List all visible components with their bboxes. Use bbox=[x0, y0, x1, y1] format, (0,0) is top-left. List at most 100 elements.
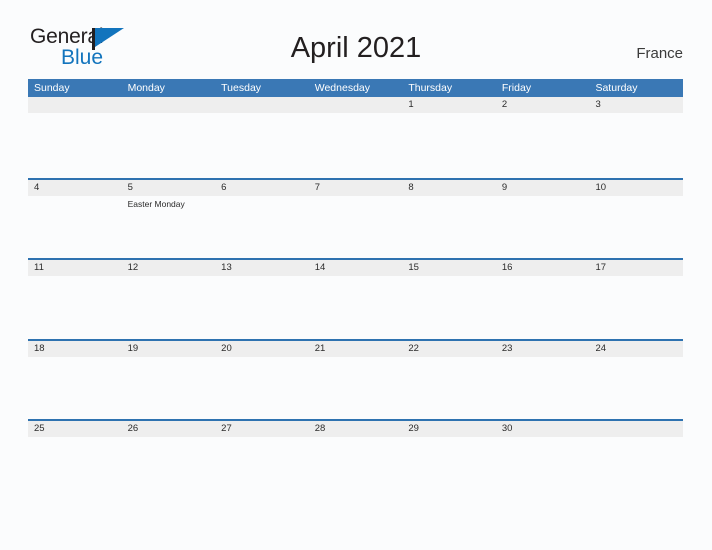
day-number: 2 bbox=[501, 99, 508, 110]
day-events-cell bbox=[309, 276, 403, 278]
day-events-cell bbox=[122, 113, 216, 115]
day-cell[interactable]: 5 bbox=[122, 180, 216, 196]
week-date-band: 4 5 6 7 8 9 10 bbox=[28, 179, 683, 196]
day-cell[interactable]: 17 bbox=[589, 260, 683, 276]
day-cell[interactable]: 10 bbox=[589, 180, 683, 196]
day-cell[interactable]: 21 bbox=[309, 341, 403, 357]
day-events-cell bbox=[215, 196, 309, 210]
day-number: 18 bbox=[34, 342, 45, 354]
day-cell[interactable]: 30 bbox=[496, 421, 590, 437]
page-header: General Blue April 2021 France bbox=[0, 0, 712, 72]
day-number: 28 bbox=[314, 423, 326, 434]
day-cell[interactable]: 2 bbox=[496, 97, 590, 113]
day-events-cell bbox=[28, 113, 122, 115]
day-cell[interactable]: 26 bbox=[122, 421, 216, 437]
day-cell[interactable]: 3 bbox=[589, 97, 683, 113]
day-number: 24 bbox=[595, 342, 607, 354]
weekday-header-saturday: Saturday bbox=[595, 82, 638, 94]
day-number: 23 bbox=[501, 342, 513, 354]
day-number: 30 bbox=[501, 423, 513, 434]
day-number: 25 bbox=[34, 423, 45, 434]
day-events-cell bbox=[589, 357, 683, 359]
day-cell[interactable]: 13 bbox=[215, 260, 309, 276]
day-events-cell bbox=[589, 196, 683, 210]
day-cell[interactable]: 19 bbox=[122, 341, 216, 357]
day-cell[interactable]: 16 bbox=[496, 260, 590, 276]
day-events-cell bbox=[215, 276, 309, 278]
weekday-header-friday: Friday bbox=[501, 82, 532, 94]
calendar-week-row: 25 26 27 28 29 30 bbox=[28, 419, 683, 500]
day-events-cell bbox=[496, 113, 590, 115]
day-events-cell bbox=[215, 437, 309, 439]
week-date-band: 11 12 13 14 15 16 17 bbox=[28, 260, 683, 276]
day-number: 9 bbox=[501, 181, 508, 193]
day-cell-empty bbox=[589, 421, 683, 437]
day-number: 4 bbox=[34, 181, 40, 193]
day-cell-empty bbox=[309, 97, 403, 113]
day-cell[interactable]: 7 bbox=[309, 180, 403, 196]
day-cell[interactable]: 29 bbox=[402, 421, 496, 437]
calendar-grid: Sunday Monday Tuesday Wednesday Thursday… bbox=[28, 79, 683, 500]
day-number: 21 bbox=[314, 342, 326, 354]
calendar-week-row: 4 5 6 7 8 9 10 Easter Monday bbox=[28, 177, 683, 259]
day-number: 8 bbox=[408, 181, 414, 193]
day-events-cell bbox=[402, 196, 496, 210]
day-events-cell bbox=[28, 276, 122, 278]
day-cell-empty bbox=[28, 97, 122, 113]
day-events-cell bbox=[309, 196, 403, 210]
day-events-cell bbox=[402, 437, 496, 439]
day-cell[interactable]: 27 bbox=[215, 421, 309, 437]
week-events-row bbox=[28, 113, 683, 115]
day-cell[interactable]: 22 bbox=[402, 341, 496, 357]
day-number: 22 bbox=[408, 342, 419, 354]
day-number: 10 bbox=[595, 181, 607, 193]
day-cell[interactable]: 11 bbox=[28, 260, 122, 276]
day-cell[interactable]: 18 bbox=[28, 341, 122, 357]
day-events-cell bbox=[122, 276, 216, 278]
day-number: 5 bbox=[127, 181, 133, 193]
day-events-cell bbox=[496, 357, 590, 359]
day-cell[interactable]: 15 bbox=[402, 260, 496, 276]
day-number: 12 bbox=[127, 262, 139, 273]
day-cell[interactable]: 9 bbox=[496, 180, 590, 196]
weekday-header-row: Sunday Monday Tuesday Wednesday Thursday… bbox=[28, 79, 683, 97]
day-cell-empty bbox=[122, 97, 216, 113]
day-number: 17 bbox=[595, 262, 607, 273]
day-events-cell bbox=[589, 276, 683, 278]
calendar-weeks: 1 2 3 4 5 6 7 8 9 10 Easter Monday 11 12 13 14 15 16 17 18… bbox=[28, 97, 683, 500]
calendar-week-row: 18 19 20 21 22 23 24 bbox=[28, 338, 683, 420]
day-number: 11 bbox=[34, 262, 44, 273]
day-cell[interactable]: 20 bbox=[215, 341, 309, 357]
day-events-cell bbox=[28, 357, 122, 359]
day-cell[interactable]: 28 bbox=[309, 421, 403, 437]
day-events-cell bbox=[122, 437, 216, 439]
day-number: 13 bbox=[221, 262, 232, 273]
day-cell[interactable]: 12 bbox=[122, 260, 216, 276]
day-cell[interactable]: 6 bbox=[215, 180, 309, 196]
day-cell[interactable]: 25 bbox=[28, 421, 122, 437]
week-date-band: 18 19 20 21 22 23 24 bbox=[28, 340, 683, 357]
day-events-cell bbox=[496, 196, 590, 210]
day-events-cell bbox=[402, 357, 496, 359]
day-number: 15 bbox=[408, 262, 419, 273]
day-events-cell bbox=[309, 357, 403, 359]
week-date-band: 1 2 3 bbox=[28, 97, 683, 113]
day-cell[interactable]: 4 bbox=[28, 180, 122, 196]
calendar-week-row: 11 12 13 14 15 16 17 bbox=[28, 258, 683, 339]
day-number: 29 bbox=[408, 423, 419, 434]
day-number: 1 bbox=[408, 99, 414, 110]
day-events-cell bbox=[496, 437, 590, 439]
day-cell[interactable]: 24 bbox=[589, 341, 683, 357]
weekday-header-wednesday: Wednesday bbox=[314, 82, 370, 94]
day-cell[interactable]: 14 bbox=[309, 260, 403, 276]
week-events-row: Easter Monday bbox=[28, 196, 683, 210]
day-cell[interactable]: 23 bbox=[496, 341, 590, 357]
day-cell[interactable]: 1 bbox=[402, 97, 496, 113]
day-number: 16 bbox=[501, 262, 513, 273]
day-events-cell: Easter Monday bbox=[122, 196, 216, 210]
day-events-cell bbox=[589, 113, 683, 115]
day-cell[interactable]: 8 bbox=[402, 180, 496, 196]
day-number: 26 bbox=[127, 423, 139, 434]
day-events-cell bbox=[402, 276, 496, 278]
weekday-header-sunday: Sunday bbox=[34, 82, 70, 94]
